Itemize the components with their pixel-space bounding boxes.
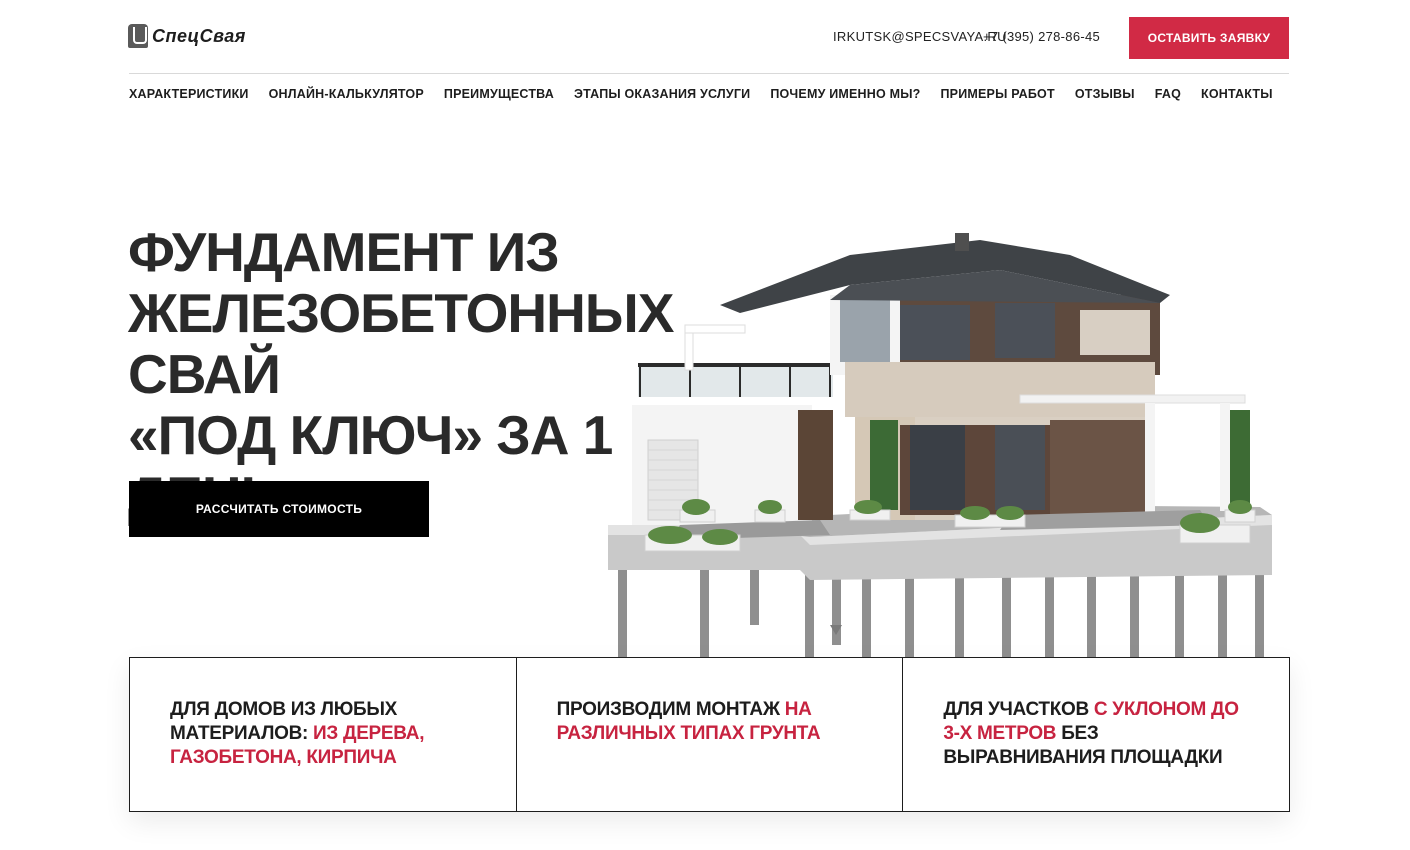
feature-text: ПРОИЗВОДИМ МОНТАЖ НА РАЗЛИЧНЫХ ТИПАХ ГРУ… xyxy=(557,698,863,746)
nav-item-stages[interactable]: ЭТАПЫ ОКАЗАНИЯ УСЛУГИ xyxy=(574,87,750,101)
nav-item-examples[interactable]: ПРИМЕРЫ РАБОТ xyxy=(941,87,1055,101)
calculate-cost-button[interactable]: РАССЧИТАТЬ СТОИМОСТЬ xyxy=(129,481,429,537)
logo-mark-icon xyxy=(128,24,148,48)
nav-item-contacts[interactable]: КОНТАКТЫ xyxy=(1201,87,1273,101)
header-divider xyxy=(129,73,1289,74)
nav-item-advantages[interactable]: ПРЕИМУЩЕСТВА xyxy=(444,87,554,101)
feature-text: ДЛЯ УЧАСТКОВ С УКЛОНОМ ДО 3-Х МЕТРОВ БЕЗ… xyxy=(943,698,1249,770)
nav-item-faq[interactable]: FAQ xyxy=(1155,87,1181,101)
nav-item-reviews[interactable]: ОТЗЫВЫ xyxy=(1075,87,1135,101)
house-on-piles-illustration xyxy=(608,233,1272,660)
feature-text: ДЛЯ ДОМОВ ИЗ ЛЮБЫХ МАТЕРИАЛОВ: ИЗ ДЕРЕВА… xyxy=(170,698,476,770)
features-panel: ДЛЯ ДОМОВ ИЗ ЛЮБЫХ МАТЕРИАЛОВ: ИЗ ДЕРЕВА… xyxy=(129,657,1290,812)
nav-item-why-us[interactable]: ПОЧЕМУ ИМЕННО МЫ? xyxy=(770,87,920,101)
feature-text-dark: ДЛЯ УЧАСТКОВ xyxy=(943,699,1089,720)
logo[interactable]: СпецСвая xyxy=(128,23,246,49)
logo-text: СпецСвая xyxy=(152,25,246,46)
email-link[interactable]: IRKUTSK@SPECSVAYA.RU xyxy=(833,29,1007,44)
feature-card-soil: ПРОИЗВОДИМ МОНТАЖ НА РАЗЛИЧНЫХ ТИПАХ ГРУ… xyxy=(517,658,904,811)
feature-card-slope: ДЛЯ УЧАСТКОВ С УКЛОНОМ ДО 3-Х МЕТРОВ БЕЗ… xyxy=(903,658,1289,811)
feature-text-dark: ПРОИЗВОДИМ МОНТАЖ xyxy=(556,699,780,720)
nav-item-characteristics[interactable]: ХАРАКТЕРИСТИКИ xyxy=(129,87,249,101)
phone-link[interactable]: +7 (395) 278-86-45 xyxy=(983,29,1100,44)
leave-request-button[interactable]: ОСТАВИТЬ ЗАЯВКУ xyxy=(1129,17,1289,59)
nav-item-calculator[interactable]: ОНЛАЙН-КАЛЬКУЛЯТОР xyxy=(269,87,424,101)
feature-card-materials: ДЛЯ ДОМОВ ИЗ ЛЮБЫХ МАТЕРИАЛОВ: ИЗ ДЕРЕВА… xyxy=(130,658,517,811)
main-nav: ХАРАКТЕРИСТИКИ ОНЛАЙН-КАЛЬКУЛЯТОР ПРЕИМУ… xyxy=(129,87,1293,101)
